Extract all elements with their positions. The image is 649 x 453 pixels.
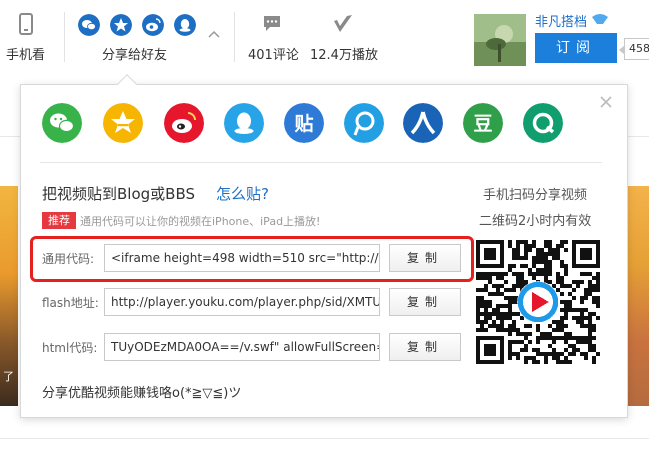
video-thumbnail[interactable] [627,186,649,406]
popup-divider [40,162,602,163]
verified-badge-icon [592,14,609,24]
copy-flash-button[interactable]: 复制 [389,288,461,316]
kaixin-icon[interactable] [523,103,563,143]
html-code-label: html代码: [42,341,98,355]
weibo-icon[interactable] [142,14,164,36]
uploader-name[interactable]: 非凡搭档 [535,11,609,30]
page-divider [0,438,649,439]
wechat-icon[interactable] [78,14,100,36]
flash-url-label: flash地址: [42,296,99,310]
renren-icon[interactable] [403,103,443,143]
phone-icon [19,13,33,35]
flash-url-field[interactable]: http://player.youku.com/player.php/sid/X… [104,288,380,316]
comments-button[interactable]: 401评论 [240,0,304,70]
qr-subtitle: 二维码2小时内有效 [479,214,592,229]
recommend-badge: 推荐 [42,212,76,229]
qq-icon[interactable] [224,103,264,143]
avatar-image [474,14,526,66]
share-to-friends[interactable]: 分享给好友 [70,0,230,70]
qq-icon[interactable] [174,14,196,36]
comment-icon [264,16,280,31]
mobile-watch-label: 手机看 [6,48,46,63]
toolbar-divider [64,12,65,62]
douban-icon[interactable]: 豆 [463,103,503,143]
play-count-icon [334,15,352,32]
highlight-box [30,236,474,282]
wechat-icon[interactable] [42,103,82,143]
share-label: 分享给好友 [102,48,168,63]
video-toolbar: 手机看 分享给好友 401评论 12.4万播放 非凡搭档 订阅 458 [0,0,649,80]
comments-count: 401评论 [248,48,299,63]
plays-stat: 12.4万播放 [306,0,386,70]
earn-money-text: 分享优酷视频能赚钱咯o(*≧▽≦)ツ [42,386,242,401]
qzone-icon[interactable] [110,14,132,36]
qr-code [476,240,600,364]
qr-title: 手机扫码分享视频 [483,188,588,203]
paste-title: 把视频贴到Blog或BBS [42,185,195,203]
subscribe-button[interactable]: 订阅 [535,33,617,63]
copy-html-button[interactable]: 复制 [389,333,461,361]
subscriber-count: 458 [619,38,649,60]
qzone-icon[interactable] [103,103,143,143]
code-tip: 通用代码可以让你的视频在iPhone、iPad上播放! [80,215,321,228]
plays-count: 12.4万播放 [310,48,378,63]
weibo-icon[interactable] [164,103,204,143]
chevron-up-icon[interactable] [208,30,220,38]
svg-text:贴: 贴 [294,113,313,135]
svg-text:豆: 豆 [473,113,492,135]
html-code-field[interactable]: TUyODEzMDA0OA==/v.swf" allowFullScreen="… [104,333,380,361]
uploader-avatar[interactable] [474,14,526,66]
tieba-icon[interactable]: 贴 [284,103,324,143]
toolbar-divider [234,12,235,62]
close-icon[interactable] [596,92,616,112]
pengyou-icon[interactable] [344,103,384,143]
thumbnail-caption: 了 [3,370,14,383]
mobile-watch-button[interactable]: 手机看 [0,0,56,70]
howto-link[interactable]: 怎么贴? [216,183,269,204]
